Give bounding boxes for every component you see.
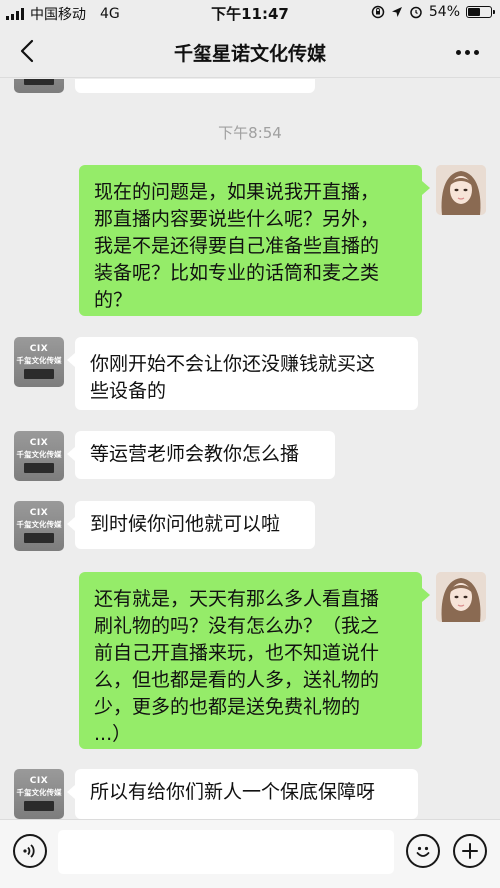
company-avatar[interactable] — [14, 79, 64, 93]
chat-area[interactable]: 下午8:54 现在的问题是，如果说我开直播， 那直播内容要说些什么呢？另外， 我… — [0, 79, 500, 819]
company-name-text: 千玺文化传媒 — [16, 356, 62, 365]
status-right: 54% — [371, 4, 495, 20]
nav-bar: 千玺星诺文化传媒 — [0, 26, 500, 78]
message-bubble[interactable]: 还有就是，天天有那么多人看直播 刷礼物的吗？没有怎么办？（我之 前自己开直播来玩… — [79, 572, 430, 749]
status-bar: 中国移动 4G 下午11:47 54% — [0, 0, 500, 26]
alarm-icon — [410, 6, 422, 19]
battery-percent: 54% — [428, 4, 460, 20]
company-avatar[interactable]: CIX 千玺文化传媒 — [14, 337, 64, 387]
orientation-lock-icon — [371, 5, 385, 19]
company-logo-text: CIX — [29, 508, 49, 518]
input-bar — [0, 819, 500, 888]
battery-fill — [468, 8, 480, 16]
voice-icon[interactable] — [13, 834, 47, 868]
location-icon — [391, 7, 402, 17]
plus-icon[interactable] — [453, 834, 487, 868]
battery-icon — [466, 6, 495, 18]
chat-title: 千玺星诺文化传媒 — [173, 43, 326, 65]
company-avatar[interactable]: CIX 千玺文化传媒 — [14, 501, 64, 551]
chevron-left-icon[interactable] — [12, 36, 42, 66]
message-bubble[interactable]: 到时候你问他就可以啦 — [67, 501, 315, 549]
message-bubble[interactable]: 你刚开始不会让你还没赚钱就买这 些设备的 — [67, 337, 418, 410]
timestamp: 下午8:54 — [218, 124, 282, 142]
company-avatar[interactable]: CIX 千玺文化传媒 — [14, 769, 64, 819]
user-avatar[interactable] — [436, 165, 486, 215]
company-name-text: 千玺文化传媒 — [16, 788, 62, 797]
message-input[interactable] — [58, 830, 394, 874]
company-logo-text: CIX — [29, 776, 49, 786]
message-bubble[interactable]: 现在的问题是，如果说我开直播， 那直播内容要说些什么呢？另外， 我是不是还得要自… — [79, 165, 430, 316]
emoji-icon[interactable] — [406, 834, 440, 868]
message-bubble[interactable]: 等运营老师会教你怎么播 — [67, 431, 335, 479]
company-logo-text: CIX — [29, 344, 49, 354]
company-logo-text: CIX — [29, 438, 49, 448]
user-avatar[interactable] — [436, 572, 486, 622]
company-name-text: 千玺文化传媒 — [16, 450, 62, 459]
company-avatar[interactable]: CIX 千玺文化传媒 — [14, 431, 64, 481]
previous-message-bubble[interactable] — [75, 79, 315, 93]
more-dots-icon[interactable] — [452, 40, 482, 64]
message-bubble[interactable]: 所以有给你们新人一个保底保障呀 — [67, 769, 418, 819]
company-name-text: 千玺文化传媒 — [16, 520, 62, 529]
